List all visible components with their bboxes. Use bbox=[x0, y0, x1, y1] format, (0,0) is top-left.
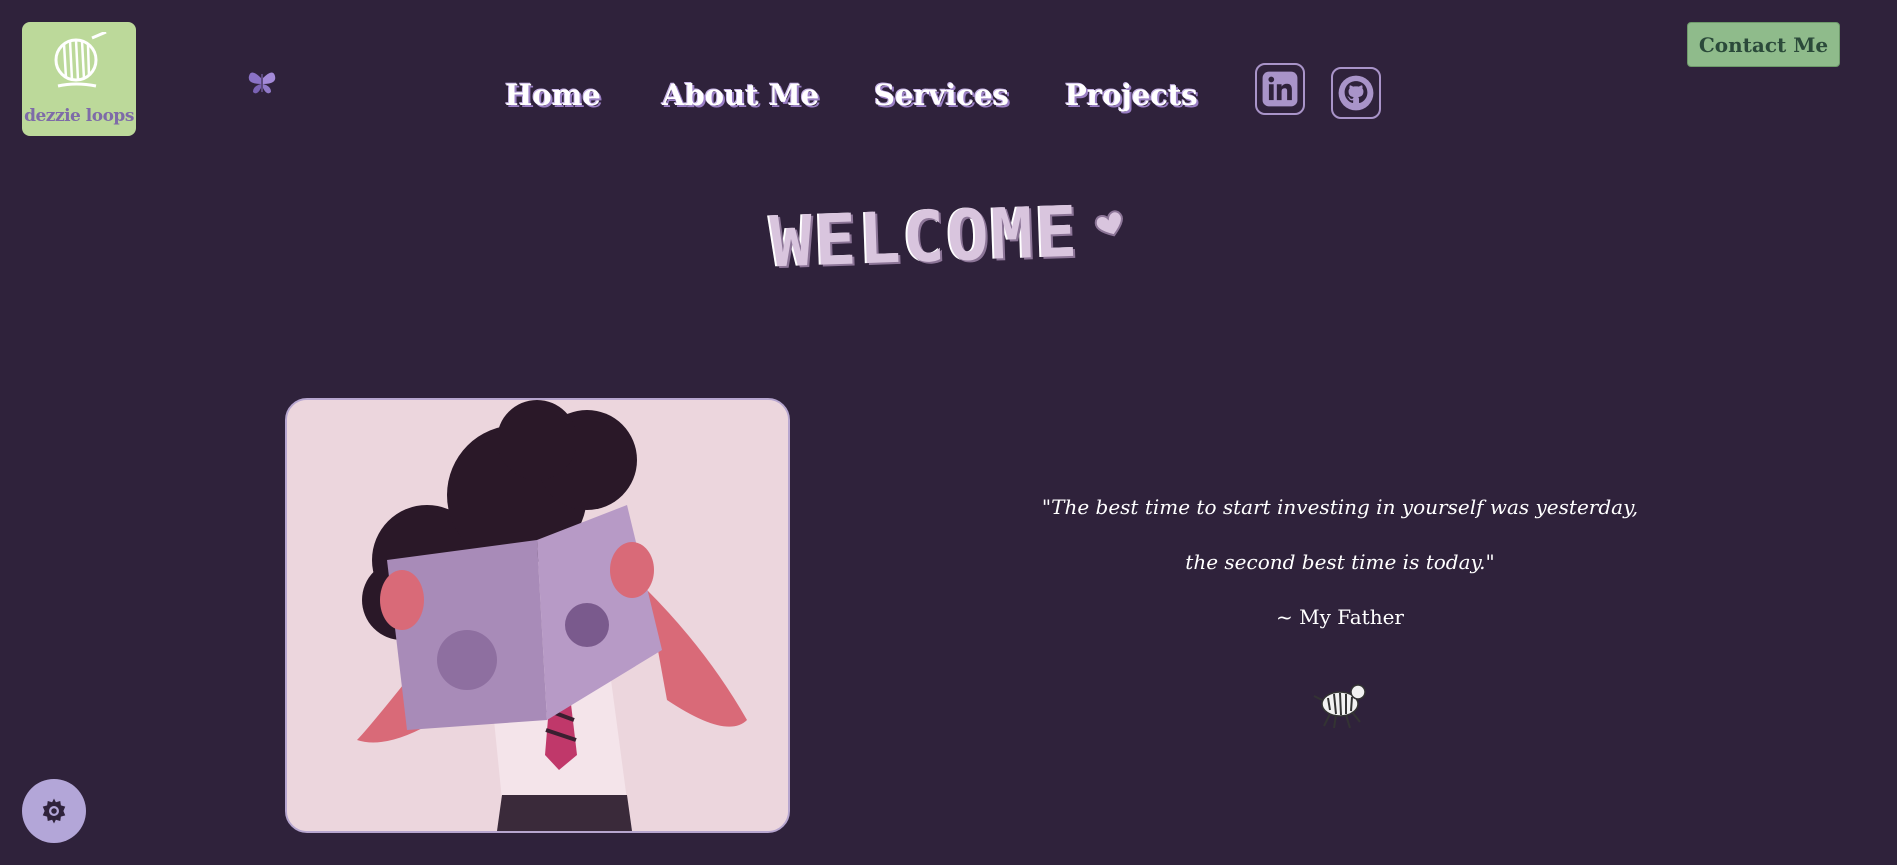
quote-author: ~ My Father bbox=[1275, 605, 1404, 629]
linkedin-icon bbox=[1262, 71, 1298, 107]
gear-icon bbox=[42, 798, 66, 824]
logo-text: dezzie loops bbox=[24, 106, 134, 126]
heart-icon bbox=[1094, 210, 1123, 237]
github-icon bbox=[1338, 75, 1374, 111]
linkedin-link[interactable] bbox=[1255, 63, 1305, 115]
welcome-heading: WELCOME bbox=[768, 190, 1081, 284]
nav-services[interactable]: Services bbox=[874, 78, 1009, 112]
github-link[interactable] bbox=[1331, 67, 1381, 119]
quote-line-1: "The best time to start investing in you… bbox=[1041, 495, 1639, 519]
nav-about-me[interactable]: About Me bbox=[662, 78, 819, 112]
contact-me-button[interactable]: Contact Me bbox=[1687, 22, 1840, 67]
yarn-ball-icon bbox=[54, 32, 107, 88]
nav-home[interactable]: Home bbox=[505, 78, 601, 112]
theme-settings-button[interactable] bbox=[22, 779, 86, 843]
page: dezzie loops Home About Me Services Proj… bbox=[0, 0, 1897, 865]
nav-projects[interactable]: Projects bbox=[1065, 78, 1198, 112]
zebra-icon bbox=[1313, 684, 1366, 729]
quote-line-2: the second best time is today." bbox=[1185, 550, 1495, 574]
reading-girl-illustration bbox=[287, 400, 788, 831]
butterfly-icon bbox=[248, 72, 276, 94]
illustration-card bbox=[285, 398, 790, 833]
brand-logo[interactable]: dezzie loops bbox=[22, 22, 136, 136]
quote-block: "The best time to start investing in you… bbox=[1040, 480, 1640, 645]
